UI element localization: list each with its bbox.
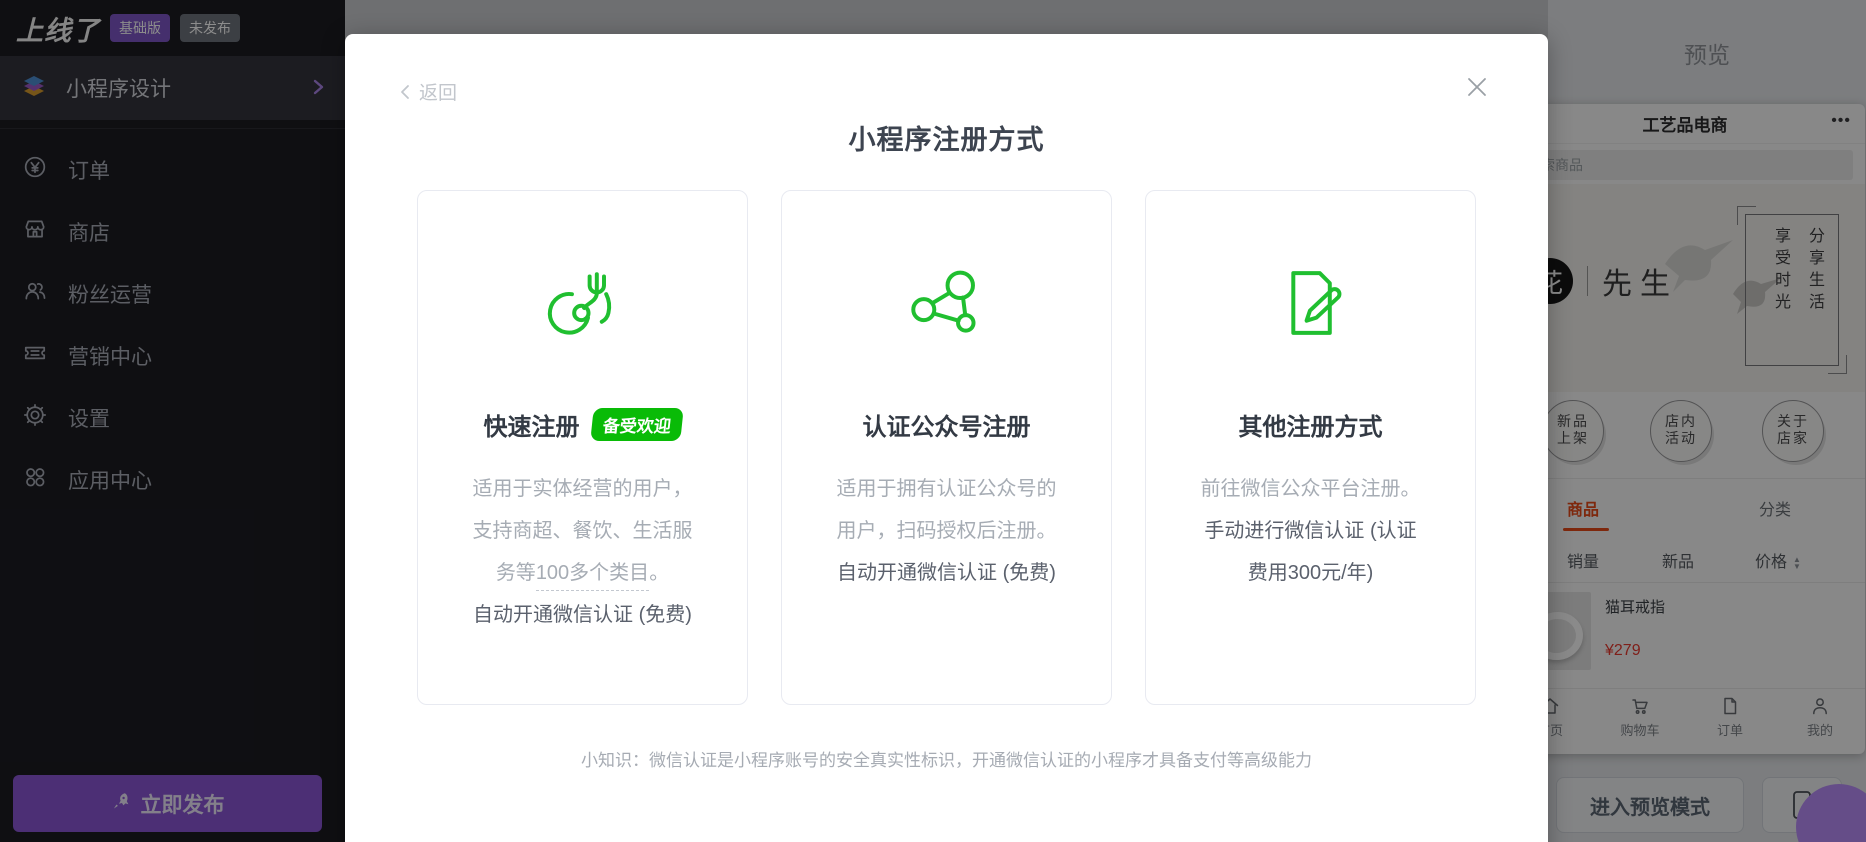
modal-title: 小程序注册方式 xyxy=(848,125,1045,155)
card-desc-line: 自动开通微信认证 (免费) xyxy=(473,604,692,626)
app-root: 上线了 基础版 未发布 小程序设计 订单 商店 粉丝运营 营销中心 设置 应用中… xyxy=(0,0,1866,842)
card-desc-line: 适用于拥有认证公众号的 xyxy=(836,478,1057,500)
close-icon[interactable] xyxy=(1464,74,1490,100)
card-title: 快速注册 xyxy=(483,414,580,441)
card-desc-line: 支持商超、餐饮、生活服 xyxy=(472,520,693,542)
card-title: 其他注册方式 xyxy=(1238,414,1383,441)
card-official-account-registration[interactable]: 认证公众号注册 适用于拥有认证公众号的 用户，扫码授权后注册。 自动开通微信认证… xyxy=(781,190,1112,705)
doc-pencil-icon xyxy=(1269,257,1353,349)
card-other-registration[interactable]: 其他注册方式 前往微信公众平台注册。 手动进行微信认证 (认证 费用300元/年… xyxy=(1145,190,1476,705)
card-title: 认证公众号注册 xyxy=(862,414,1031,441)
card-desc-line: 务等100多个类目。 xyxy=(473,552,693,594)
registration-modal: 返回 小程序注册方式 快速注册 备受欢迎 适用于实体经营的用户， 支持商超、餐饮… xyxy=(345,34,1548,842)
card-desc-line: 自动开通微信认证 (免费) xyxy=(837,562,1056,584)
back-label: 返回 xyxy=(419,83,458,104)
card-desc-line: 手动进行微信认证 (认证 xyxy=(1204,520,1417,542)
popular-badge: 备受欢迎 xyxy=(589,408,684,441)
registration-cards: 快速注册 备受欢迎 适用于实体经营的用户， 支持商超、餐饮、生活服 务等100多… xyxy=(417,190,1476,705)
category-count-highlight: 100多个类目 xyxy=(535,562,650,591)
fork-swirl-icon xyxy=(541,257,625,349)
card-desc-line: 前往微信公众平台注册。 xyxy=(1200,478,1421,500)
network-icon xyxy=(905,257,989,349)
card-desc-line: 费用300元/年) xyxy=(1247,562,1374,584)
card-desc-line: 适用于实体经营的用户， xyxy=(472,478,693,500)
chevron-left-icon xyxy=(401,84,409,99)
modal-footnote: 小知识：微信认证是小程序账号的安全真实性标识，开通微信认证的小程序才具备支付等高… xyxy=(581,751,1312,770)
card-quick-registration[interactable]: 快速注册 备受欢迎 适用于实体经营的用户， 支持商超、餐饮、生活服 务等100多… xyxy=(417,190,748,705)
back-button[interactable]: 返回 xyxy=(397,78,457,105)
card-desc-line: 用户，扫码授权后注册。 xyxy=(836,520,1057,542)
